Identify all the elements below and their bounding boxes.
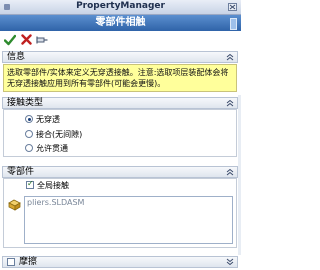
chevron-up-icon[interactable] bbox=[226, 53, 234, 61]
global-contact-checkbox[interactable] bbox=[26, 179, 34, 189]
window-title: PropertyManager bbox=[76, 1, 165, 11]
chevron-up-icon[interactable] bbox=[226, 168, 234, 176]
panel-scrollbar[interactable] bbox=[238, 95, 241, 255]
radio-button[interactable] bbox=[25, 115, 33, 123]
contact-type-panel: 无穿透 接合(无间隙) 允许贯通 bbox=[3, 109, 237, 157]
section-header-components[interactable]: 零部件 bbox=[2, 166, 238, 178]
check-icon[interactable] bbox=[4, 34, 16, 46]
chevron-down-icon[interactable] bbox=[226, 258, 234, 266]
radio-button[interactable] bbox=[25, 144, 33, 152]
section-header-info[interactable]: 信息 bbox=[2, 51, 238, 63]
section-header-contact-type[interactable]: 接触类型 bbox=[2, 97, 238, 109]
radio-button[interactable] bbox=[25, 130, 33, 138]
section-title-contact-type: 接触类型 bbox=[7, 98, 44, 108]
feature-title: 零部件相触 bbox=[95, 17, 146, 28]
info-message-box: 选取零部件/实体来定义无穿透接触。注意:选取项层装配体会将无穿透接触应用到所有零… bbox=[3, 64, 237, 92]
banner-handle-icon bbox=[230, 18, 237, 30]
feature-title-banner: 零部件相触 bbox=[0, 15, 241, 31]
section-title-info: 信息 bbox=[7, 52, 26, 62]
global-contact-label: 全局接触 bbox=[37, 181, 69, 190]
component-icon bbox=[8, 199, 21, 211]
radio-label: 允许贯通 bbox=[36, 144, 68, 153]
chevron-up-icon[interactable] bbox=[226, 99, 234, 107]
info-message: 选取零部件/实体来定义无穿透接触。注意:选取项层装配体会将无穿透接触应用到所有零… bbox=[7, 68, 229, 88]
friction-checkbox[interactable] bbox=[7, 258, 15, 266]
section-title-friction: 摩擦 bbox=[19, 257, 38, 267]
pushpin-icon[interactable] bbox=[36, 34, 48, 46]
close-panel-icon[interactable] bbox=[228, 3, 237, 11]
action-toolbar bbox=[0, 32, 241, 48]
section-title-components: 零部件 bbox=[7, 167, 35, 177]
close-icon[interactable] bbox=[21, 34, 32, 45]
window-titlebar: PropertyManager bbox=[0, 0, 241, 15]
section-header-friction[interactable]: 摩擦 bbox=[2, 256, 238, 268]
list-item[interactable]: pliers.SLDASM bbox=[27, 198, 84, 208]
radio-label: 接合(无间隙) bbox=[36, 130, 83, 139]
radio-label: 无穿透 bbox=[36, 115, 60, 124]
component-selection-list[interactable]: pliers.SLDASM bbox=[24, 196, 233, 244]
